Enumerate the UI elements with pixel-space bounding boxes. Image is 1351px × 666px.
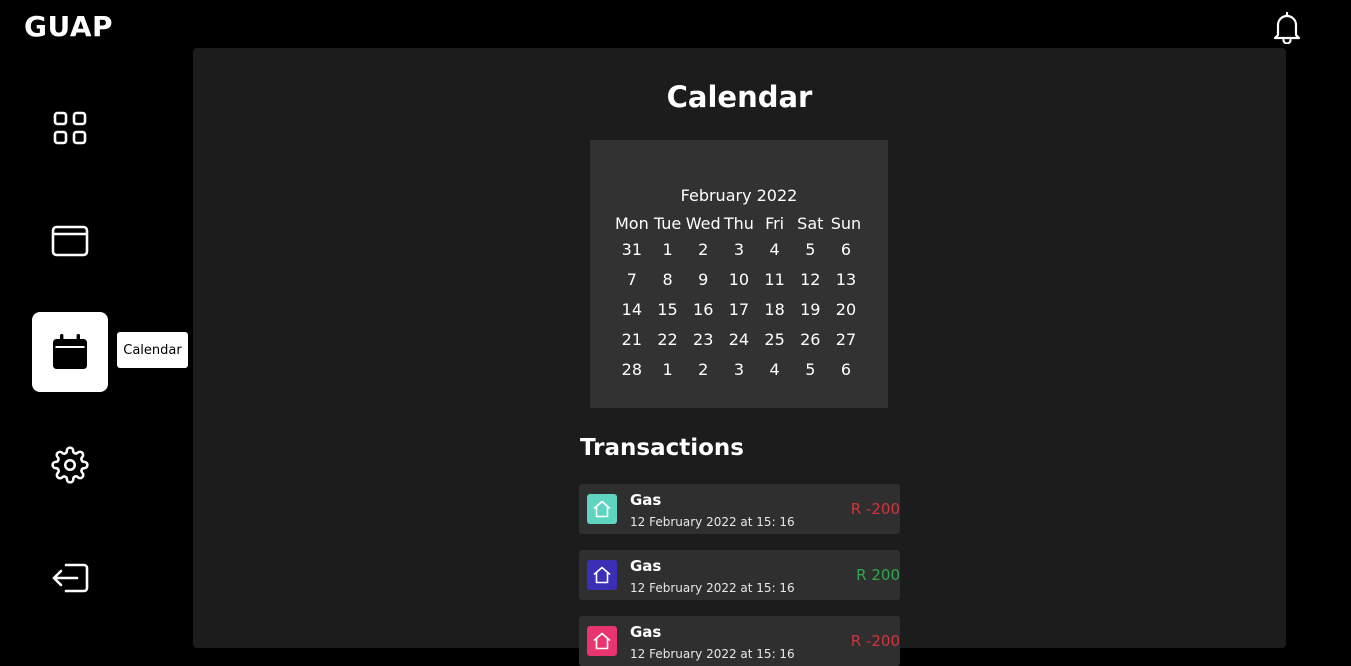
calendar-day[interactable]: 7 [614, 270, 650, 289]
transaction-item[interactable]: Gas 12 February 2022 at 15: 16 R -200 [579, 616, 900, 666]
calendar-day[interactable]: 11 [757, 270, 793, 289]
calendar-day[interactable]: 16 [685, 300, 721, 319]
card-icon [51, 225, 89, 257]
calendar-week-row: 21 22 23 24 25 26 27 [614, 324, 864, 354]
calendar-day[interactable]: 24 [721, 330, 757, 349]
calendar-day[interactable]: 6 [828, 240, 864, 259]
transaction-date: 12 February 2022 at 15: 16 [630, 515, 795, 529]
sidebar-item-dashboard[interactable] [32, 90, 108, 166]
transaction-name: Gas [630, 623, 662, 641]
calendar-day[interactable]: 19 [792, 300, 828, 319]
calendar-week-row: 31 1 2 3 4 5 6 [614, 234, 864, 264]
calendar-day[interactable]: 10 [721, 270, 757, 289]
calendar-month-label[interactable]: February 2022 [590, 186, 888, 205]
calendar-day[interactable]: 3 [721, 240, 757, 259]
sidebar-item-settings[interactable] [32, 427, 108, 503]
sidebar-item-logout[interactable] [32, 540, 108, 616]
weekday-label: Mon [614, 213, 649, 233]
calendar-day[interactable]: 25 [757, 330, 793, 349]
sidebar-item-wallet[interactable] [32, 203, 108, 279]
calendar-day[interactable]: 12 [792, 270, 828, 289]
calendar-week-row: 7 8 9 10 11 12 13 [614, 264, 864, 294]
calendar-day[interactable]: 18 [757, 300, 793, 319]
calendar-icon [53, 334, 87, 369]
gear-icon [51, 446, 89, 484]
calendar-day[interactable]: 2 [685, 240, 721, 259]
home-icon [593, 566, 611, 584]
calendar-day[interactable]: 15 [650, 300, 686, 319]
calendar-day[interactable]: 23 [685, 330, 721, 349]
calendar-day[interactable]: 22 [650, 330, 686, 349]
calendar-day[interactable]: 21 [614, 330, 650, 349]
transaction-item[interactable]: Gas 12 February 2022 at 15: 16 R -200 [579, 484, 900, 534]
calendar-weekday-row: Mon Tue Wed Thu Fri Sat Sun [614, 212, 864, 234]
calendar-week-row: 28 1 2 3 4 5 6 [614, 354, 864, 384]
transaction-date: 12 February 2022 at 15: 16 [630, 581, 795, 595]
calendar-day[interactable]: 13 [828, 270, 864, 289]
calendar-day[interactable]: 1 [650, 240, 686, 259]
calendar-day[interactable]: 3 [721, 360, 757, 379]
notifications-button[interactable] [1271, 10, 1303, 45]
transaction-amount: R -200 [850, 632, 900, 650]
weekday-label: Thu [723, 213, 754, 233]
bell-icon [1273, 11, 1301, 45]
weekday-label: Sat [797, 213, 824, 233]
transaction-amount: R 200 [856, 566, 900, 584]
calendar-day[interactable]: 31 [614, 240, 650, 259]
transactions-heading: Transactions [580, 435, 744, 461]
calendar-day[interactable]: 9 [685, 270, 721, 289]
transaction-category-icon [587, 560, 617, 590]
calendar-day[interactable]: 26 [792, 330, 828, 349]
grid-icon [53, 111, 87, 145]
weekday-label: Sun [830, 213, 862, 233]
transaction-date: 12 February 2022 at 15: 16 [630, 647, 795, 661]
calendar-day[interactable]: 1 [650, 360, 686, 379]
home-icon [593, 500, 611, 518]
weekday-label: Fri [765, 213, 785, 233]
transaction-category-icon [587, 494, 617, 524]
calendar-day[interactable]: 17 [721, 300, 757, 319]
transaction-name: Gas [630, 491, 662, 509]
calendar-day[interactable]: 14 [614, 300, 650, 319]
page-title: Calendar [666, 80, 813, 114]
sidebar-tooltip: Calendar [117, 332, 188, 368]
transaction-category-icon [587, 626, 617, 656]
weekday-label: Wed [685, 213, 721, 233]
home-icon [593, 632, 611, 650]
calendar-widget: February 2022 Mon Tue Wed Thu Fri Sat Su… [590, 140, 888, 408]
calendar-day[interactable]: 8 [650, 270, 686, 289]
transaction-name: Gas [630, 557, 662, 575]
calendar-day[interactable]: 5 [792, 360, 828, 379]
calendar-grid: Mon Tue Wed Thu Fri Sat Sun 31 1 2 3 4 5… [614, 212, 864, 384]
calendar-week-row: 14 15 16 17 18 19 20 [614, 294, 864, 324]
calendar-day[interactable]: 27 [828, 330, 864, 349]
calendar-day[interactable]: 20 [828, 300, 864, 319]
calendar-day[interactable]: 6 [828, 360, 864, 379]
calendar-day[interactable]: 4 [757, 360, 793, 379]
sidebar-item-calendar[interactable] [32, 312, 108, 392]
calendar-day[interactable]: 28 [614, 360, 650, 379]
calendar-day[interactable]: 5 [792, 240, 828, 259]
transaction-amount: R -200 [850, 500, 900, 518]
logout-icon [52, 563, 89, 593]
calendar-day[interactable]: 2 [685, 360, 721, 379]
weekday-label: Tue [653, 213, 682, 233]
calendar-day[interactable]: 4 [757, 240, 793, 259]
app-logo: GUAP [24, 10, 114, 43]
transaction-item[interactable]: Gas 12 February 2022 at 15: 16 R 200 [579, 550, 900, 600]
